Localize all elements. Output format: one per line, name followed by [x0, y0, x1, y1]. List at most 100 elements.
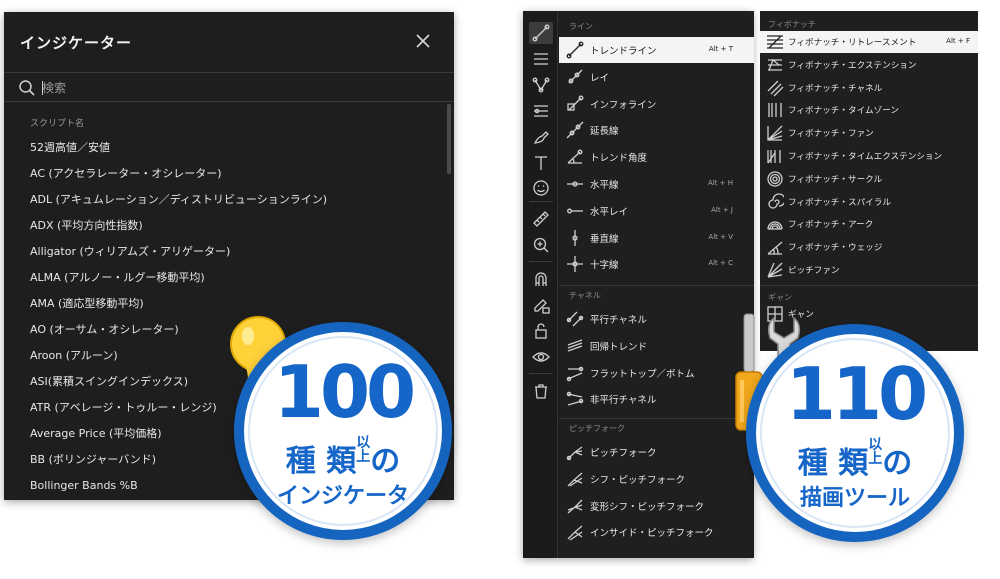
- text-cursor: [42, 81, 43, 95]
- fibonacci-tool-item[interactable]: フィボナッチ・チャネル: [760, 77, 978, 99]
- drawing-tool-label: 水平線: [590, 180, 619, 191]
- trendline-icon: [566, 41, 584, 59]
- ruler-icon[interactable]: [529, 208, 553, 230]
- pattern-icon[interactable]: [529, 74, 553, 96]
- emoji-icon[interactable]: [529, 177, 553, 199]
- drawing-tool-item[interactable]: トレンド角度: [559, 144, 754, 170]
- fibonacci-tool-label: ピッチファン: [788, 266, 840, 276]
- drawing-tool-label: インフォライン: [590, 99, 657, 111]
- toolbar-divider: [529, 373, 553, 374]
- flat-top-bottom-icon: [566, 364, 584, 382]
- drawing-tool-item[interactable]: インフォライン: [559, 91, 754, 117]
- fibonacci-tool-item[interactable]: フィボナッチ・ウェッジ: [760, 236, 978, 258]
- fibonacci-tool-item[interactable]: ピッチファン: [760, 259, 978, 281]
- trendline-icon[interactable]: [529, 22, 553, 44]
- drawing-tool-item[interactable]: インサイド・ピッチフォーク: [559, 519, 754, 545]
- fibonacci-tool-item[interactable]: フィボナッチ・ファン: [760, 122, 978, 144]
- drawing-tool-item[interactable]: 水平レイ Alt + J: [559, 198, 754, 224]
- drawing-tool-label: フラットトップ／ボトム: [590, 368, 695, 380]
- indicator-section-label: スクリプト名: [30, 119, 85, 129]
- fibonacci-tool-item[interactable]: フィボナッチ・サークル: [760, 168, 978, 190]
- indicator-list-item[interactable]: Alligator (ウィリアムズ・アリゲーター): [30, 242, 440, 268]
- drawing-tool-item[interactable]: 回帰トレンド: [559, 333, 754, 359]
- trend-angle-icon: [566, 148, 584, 166]
- shortcut-label: Alt + T: [708, 45, 733, 53]
- drawing-tool-item[interactable]: シフ・ピッチフォーク: [559, 466, 754, 492]
- scrollbar[interactable]: [447, 104, 451, 174]
- section-label: チャネル: [569, 291, 601, 300]
- section-divider: [760, 285, 978, 286]
- fibonacci-tools-menu: フィボナッチ フィボナッチ・リトレースメント Alt + F フィボナッチ・エクステン…: [760, 11, 978, 351]
- drawing-tool-item[interactable]: フラットトップ／ボトム: [559, 360, 754, 386]
- badge-kind-text: 種 類: [797, 446, 869, 481]
- indicator-search-input[interactable]: [42, 78, 422, 98]
- drawing-tool-item[interactable]: ピッチフォーク: [559, 439, 754, 465]
- search-icon: [19, 80, 35, 96]
- drawing-toolbar: [523, 11, 558, 558]
- fibonacci-tool-item[interactable]: フィボナッチ・エクステンション: [760, 54, 978, 76]
- section-label: ギャン: [768, 293, 792, 302]
- trash-icon[interactable]: [529, 380, 553, 402]
- eye-icon[interactable]: [529, 346, 553, 368]
- drawing-tool-item[interactable]: 平行チャネル: [559, 306, 754, 332]
- drawing-tool-label: 変形シフ・ピッチフォーク: [590, 501, 705, 513]
- indicator-list-item[interactable]: AC (アクセラレーター・オシレーター): [30, 164, 440, 190]
- drawing-tool-item[interactable]: 変形シフ・ピッチフォーク: [559, 493, 754, 519]
- fibonacci-tool-item[interactable]: フィボナッチ・タイムゾーン: [760, 99, 978, 121]
- fibonacci-tool-label: フィボナッチ・ウェッジ: [788, 243, 883, 254]
- parallel-channel-icon: [566, 310, 584, 328]
- pitchfan-icon: [766, 261, 784, 279]
- drawing-tool-label: シフ・ピッチフォーク: [590, 474, 686, 486]
- drawing-tool-item[interactable]: 延長線: [559, 117, 754, 143]
- lock-icon[interactable]: [529, 320, 553, 342]
- close-icon[interactable]: [414, 32, 432, 50]
- fib-circle-icon: [766, 170, 784, 188]
- drawing-tool-label: トレンドライン: [590, 46, 657, 57]
- drawing-tool-item[interactable]: 十字線 Alt + C: [559, 251, 754, 277]
- fibonacci-tool-label: フィボナッチ・リトレースメント: [788, 38, 917, 48]
- fibonacci-tool-label: フィボナッチ・ファン: [788, 129, 874, 140]
- drawing-tool-item[interactable]: レイ: [559, 64, 754, 90]
- zoom-in-icon[interactable]: [529, 234, 553, 256]
- indicator-list-item[interactable]: ALMA (アルノー・ルグー移動平均): [30, 268, 440, 294]
- fibonacci-tool-label: フィボナッチ・チャネル: [788, 83, 883, 94]
- brush-icon[interactable]: [529, 126, 553, 148]
- indicator-search-bar: [4, 72, 454, 102]
- fibonacci-tool-item[interactable]: フィボナッチ・リトレースメント Alt + F: [760, 31, 978, 53]
- drawing-tool-item[interactable]: 非平行チャネル: [559, 386, 754, 412]
- drawing-tools-menu: ライン トレンドライン Alt + T レイ インフォライン 延長線 トレンド角度 水平線 Al…: [559, 11, 754, 558]
- horizontal-ray-icon: [566, 202, 584, 220]
- fib-icon[interactable]: [529, 100, 553, 122]
- drawing-tool-item[interactable]: 垂直線 Alt + V: [559, 225, 754, 251]
- fibonacci-tool-item[interactable]: フィボナッチ・タイムエクステンション: [760, 145, 978, 167]
- drawing-tool-item[interactable]: トレンドライン Alt + T: [559, 37, 754, 63]
- text-icon[interactable]: [529, 152, 553, 174]
- indicator-list-item[interactable]: 52週高値／安値: [30, 138, 440, 164]
- lines-icon[interactable]: [529, 48, 553, 70]
- pitchfork-icon: [566, 443, 584, 461]
- fib-arc-icon: [766, 215, 784, 233]
- drawing-tool-label: 延長線: [590, 126, 619, 138]
- badge-no-text: の: [370, 444, 401, 479]
- drawing-tool-item[interactable]: 水平線 Alt + H: [559, 171, 754, 197]
- magnet-icon[interactable]: [529, 268, 553, 290]
- fibonacci-tool-item[interactable]: フィボナッチ・アーク: [760, 213, 978, 235]
- cross-line-icon: [566, 255, 584, 273]
- shortcut-label: Alt + C: [708, 259, 733, 268]
- fibonacci-tool-item[interactable]: フィボナッチ・スパイラル: [760, 191, 978, 213]
- indicator-list-item[interactable]: ADX (平均方向性指数): [30, 216, 440, 242]
- drawing-tool-label: 非平行チャネル: [590, 395, 657, 407]
- badge-line2: インジケータ: [276, 484, 409, 509]
- inside-pitchfork-icon: [566, 523, 584, 541]
- fib-spiral-icon: [766, 192, 786, 211]
- shortcut-label: Alt + H: [707, 179, 733, 187]
- toolbar-divider: [529, 261, 553, 262]
- lock-pencil-icon[interactable]: [529, 294, 553, 316]
- drawing-tool-label: トレンド角度: [590, 153, 648, 165]
- indicator-list-item[interactable]: ADL (アキュムレーション／ディストリビューションライン): [30, 190, 440, 216]
- badge-kind-text: 種 類: [285, 444, 357, 479]
- fibonacci-tool-label: フィボナッチ・サークル: [788, 174, 883, 185]
- toolbar-divider: [529, 201, 553, 202]
- vertical-line-icon: [566, 229, 584, 247]
- indicator-dialog-title: インジケーター: [20, 34, 133, 52]
